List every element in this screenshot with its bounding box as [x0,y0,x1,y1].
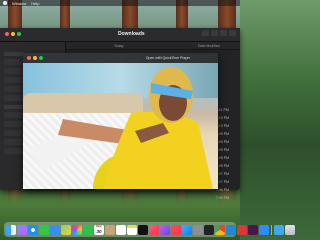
close-button[interactable] [5,32,9,36]
mail-icon[interactable] [50,224,60,235]
notes-icon[interactable] [127,224,137,235]
list-view-button[interactable] [211,30,218,36]
menu-bar: Window Help [0,0,240,6]
menu-window[interactable]: Window [12,1,26,6]
calendar-day: 30 [96,228,102,234]
calendar-icon[interactable]: DEC 30 [94,224,104,235]
view-buttons [202,30,236,36]
reminders-icon[interactable] [116,224,126,235]
column-date-modified[interactable]: Date Modified [198,44,220,48]
photo-booth-icon[interactable] [237,224,247,235]
app-store-icon[interactable] [182,224,192,235]
apple-menu-icon[interactable] [3,1,7,5]
file-time: 7:10 PM [216,116,230,120]
sidebar-section-header [4,105,24,109]
player-titlebar: Open with QuickTime Player [23,53,218,63]
gallery-view-button[interactable] [229,30,236,36]
messages-icon[interactable] [39,224,49,235]
window-controls [5,32,21,36]
terminal-icon[interactable] [204,224,214,235]
launchpad-icon[interactable] [17,224,27,235]
dock-separator [271,224,272,235]
slack-icon[interactable] [248,224,258,235]
zoom-button[interactable] [39,56,43,60]
file-time: 7:08 PM [216,164,230,168]
dock: DEC 30 [4,222,295,237]
finder-icon[interactable] [6,224,16,235]
file-time: 7:09 PM [216,148,230,152]
downloads-folder-icon[interactable] [274,224,284,235]
file-time: 7:08 PM [216,156,230,160]
finder-list-header: Today Date Modified [66,42,240,50]
news-icon[interactable] [171,224,181,235]
file-time: 7:10 PM [216,124,230,128]
sidebar-section-header [4,52,24,56]
maps-icon[interactable] [61,224,71,235]
photos-icon[interactable] [72,224,82,235]
column-view-button[interactable] [220,30,227,36]
finder-title: Downloads [118,31,145,37]
quicklook-video-window[interactable]: Open with QuickTime Player [23,53,218,189]
video-frame[interactable] [23,53,218,189]
date-modified-column: 7:11 PM 7:10 PM 7:10 PM 7:09 PM 7:09 PM … [216,106,238,202]
file-time: 7:06 PM [216,188,230,192]
safari-icon[interactable] [28,224,38,235]
player-window-controls [27,56,43,60]
file-time: 7:09 PM [216,132,230,136]
facetime-icon[interactable] [83,224,93,235]
tv-icon[interactable] [138,224,148,235]
music-icon[interactable] [149,224,159,235]
zoom-button[interactable] [17,32,21,36]
file-time: 7:09 PM [216,140,230,144]
open-with-button[interactable]: Open with QuickTime Player [146,56,190,60]
system-settings-icon[interactable] [193,224,203,235]
chrome-icon[interactable] [215,224,225,235]
file-time: 7:11 PM [216,108,229,112]
contacts-icon[interactable] [105,224,115,235]
vscode-icon[interactable] [226,224,236,235]
video-person [28,67,213,189]
file-time: 7:05 PM [216,196,230,200]
podcasts-icon[interactable] [160,224,170,235]
trash-icon[interactable] [285,224,295,235]
icon-view-button[interactable] [202,30,209,36]
section-today: Today [114,44,124,48]
file-time: 7:07 PM [216,180,230,184]
minimize-button[interactable] [33,56,37,60]
zoom-icon[interactable] [259,224,269,235]
file-time: 7:07 PM [216,172,230,176]
menu-help[interactable]: Help [31,1,39,6]
finder-toolbar: Downloads [0,28,240,42]
close-button[interactable] [27,56,31,60]
minimize-button[interactable] [11,32,15,36]
